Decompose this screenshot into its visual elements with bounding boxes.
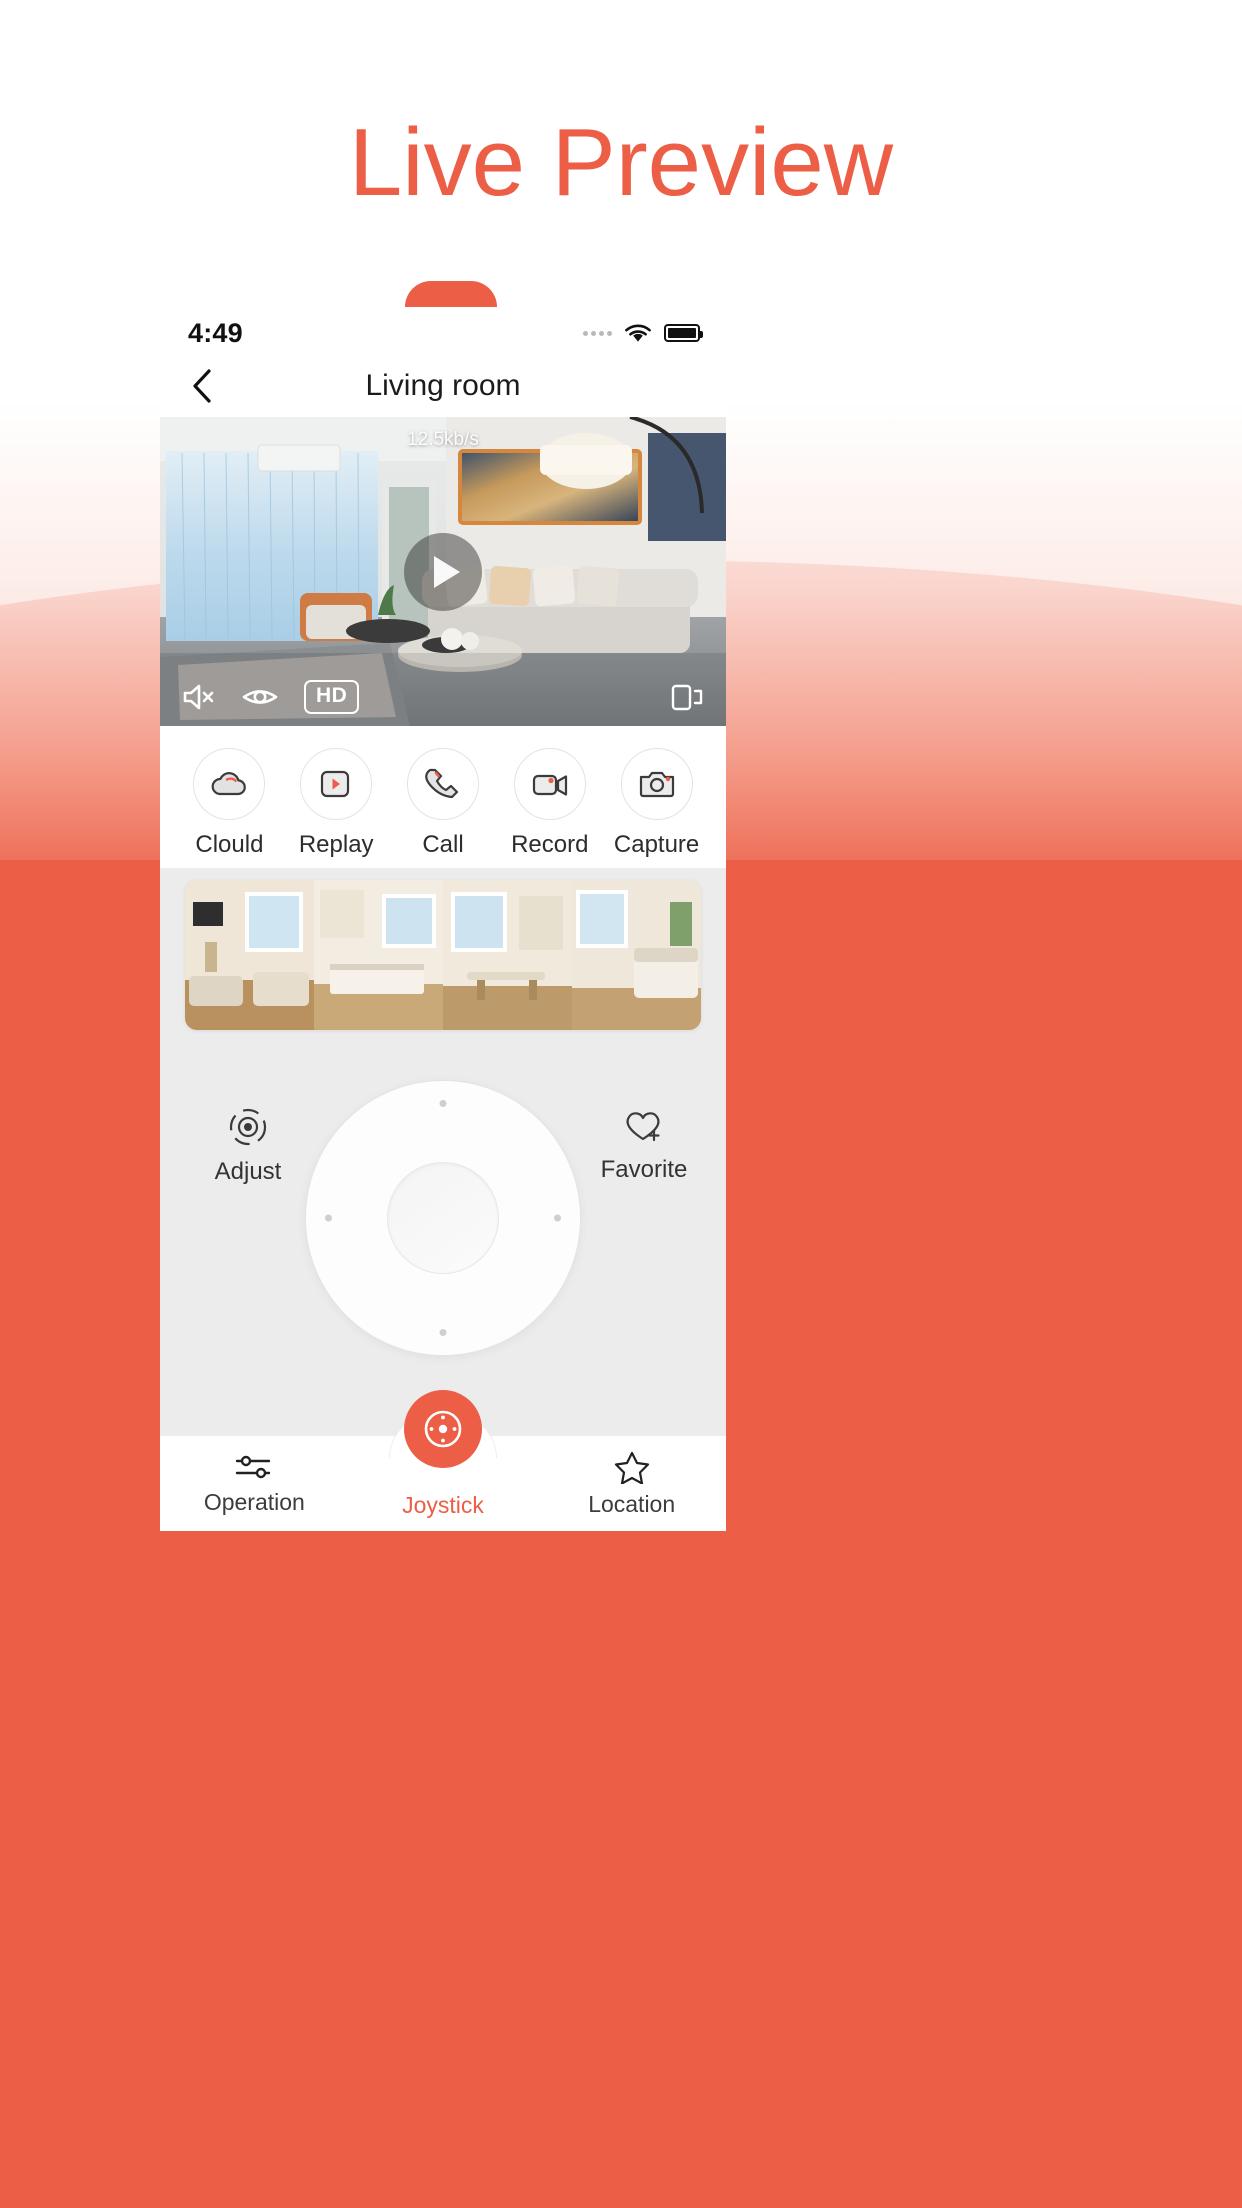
joystick-dot-down[interactable] <box>439 1329 447 1336</box>
joystick-target-icon <box>424 1410 462 1448</box>
battery-full-icon <box>664 324 703 342</box>
notch-dome-decoration <box>405 281 497 307</box>
adjust-button[interactable]: Adjust <box>188 1105 308 1186</box>
status-time: 4:49 <box>188 317 243 348</box>
joystick-center-button[interactable] <box>387 1162 499 1274</box>
phone-mockup: 4:49 Living room 12.5kb/s HD Clould Repl… <box>160 303 726 1531</box>
scene-thumb-living-room[interactable] <box>185 880 314 1030</box>
favorite-button-label: Favorite <box>600 1156 688 1183</box>
quality-toggle-button[interactable]: HD <box>304 680 360 714</box>
action-record-circle <box>513 748 586 820</box>
pan-tilt-joystick[interactable] <box>305 1080 581 1356</box>
action-record[interactable]: Record <box>496 748 603 859</box>
sliders-icon <box>236 1455 271 1478</box>
player-controls: HD <box>160 668 726 726</box>
joystick-dot-up[interactable] <box>439 1100 447 1107</box>
wifi-icon <box>625 324 651 342</box>
tab-joystick-fab[interactable] <box>404 1390 482 1468</box>
phone-call-icon <box>425 768 459 799</box>
tab-operation-label: Operation <box>203 1488 305 1515</box>
tab-location-label: Location <box>588 1490 676 1517</box>
tab-location[interactable]: Location <box>537 1436 726 1531</box>
signal-dots-icon <box>583 330 612 336</box>
adjust-target-icon <box>229 1108 267 1146</box>
bitrate-label: 12.5kb/s <box>407 429 479 450</box>
action-cloud-circle <box>193 748 266 820</box>
action-cloud[interactable]: Clould <box>176 748 283 859</box>
scene-thumbnail-strip[interactable] <box>185 880 701 1030</box>
bottom-tab-bar: Operation Joystick Location <box>160 1390 726 1531</box>
page-heading: Living room <box>365 369 521 402</box>
scene-thumb-kitchen[interactable] <box>314 880 443 1030</box>
favorite-button[interactable]: Favorite <box>584 1105 704 1184</box>
cloud-icon <box>212 772 247 796</box>
star-outline-icon <box>614 1451 649 1484</box>
nav-bar: Living room <box>160 355 726 417</box>
tab-operation[interactable]: Operation <box>160 1436 349 1531</box>
status-bar: 4:49 <box>160 303 726 355</box>
status-indicators <box>583 322 703 344</box>
action-call[interactable]: Call <box>390 748 497 859</box>
split-screen-toggle-button[interactable] <box>670 682 704 712</box>
action-replay-circle <box>300 748 373 820</box>
scene-thumb-dining-room[interactable] <box>443 880 572 1030</box>
camera-capture-icon <box>639 771 674 798</box>
adjust-button-label: Adjust <box>214 1158 282 1185</box>
tab-joystick[interactable]: Joystick <box>349 1390 538 1531</box>
speaker-mute-icon <box>183 684 214 710</box>
mute-toggle-button[interactable] <box>182 682 216 712</box>
tab-joystick-label: Joystick <box>402 1492 484 1518</box>
live-video-player[interactable]: 12.5kb/s HD <box>160 417 726 726</box>
bedroom-thumb-image <box>572 880 701 1030</box>
chevron-left-icon <box>193 369 211 403</box>
back-button[interactable] <box>180 364 224 408</box>
eye-icon <box>242 690 278 704</box>
scene-thumb-bedroom[interactable] <box>572 880 701 1030</box>
privacy-toggle-button[interactable] <box>242 684 278 710</box>
replay-play-icon <box>321 770 350 798</box>
video-record-icon <box>532 774 567 796</box>
split-screen-icon <box>671 684 703 711</box>
kitchen-thumb-image <box>314 880 443 1030</box>
play-button[interactable] <box>404 532 482 611</box>
action-capture-circle <box>620 748 693 820</box>
action-replay-label: Replay <box>298 831 374 858</box>
page-title: Live Preview <box>348 109 894 216</box>
heart-plus-icon <box>626 1112 660 1142</box>
action-row: Clould Replay Call Record Capture <box>160 726 726 868</box>
dining-room-thumb-image <box>443 880 572 1030</box>
action-replay[interactable]: Replay <box>283 748 390 859</box>
living-room-thumb-image <box>185 880 314 1030</box>
play-icon <box>434 555 460 588</box>
joystick-dot-right[interactable] <box>554 1214 561 1222</box>
joystick-dot-left[interactable] <box>325 1214 332 1222</box>
action-call-label: Call <box>422 831 464 858</box>
hd-badge-label: HD <box>304 680 360 714</box>
action-record-label: Record <box>511 831 589 858</box>
action-capture-label: Capture <box>613 831 700 858</box>
action-cloud-label: Clould <box>195 831 264 858</box>
action-call-circle <box>406 748 479 820</box>
action-capture[interactable]: Capture <box>603 748 710 859</box>
